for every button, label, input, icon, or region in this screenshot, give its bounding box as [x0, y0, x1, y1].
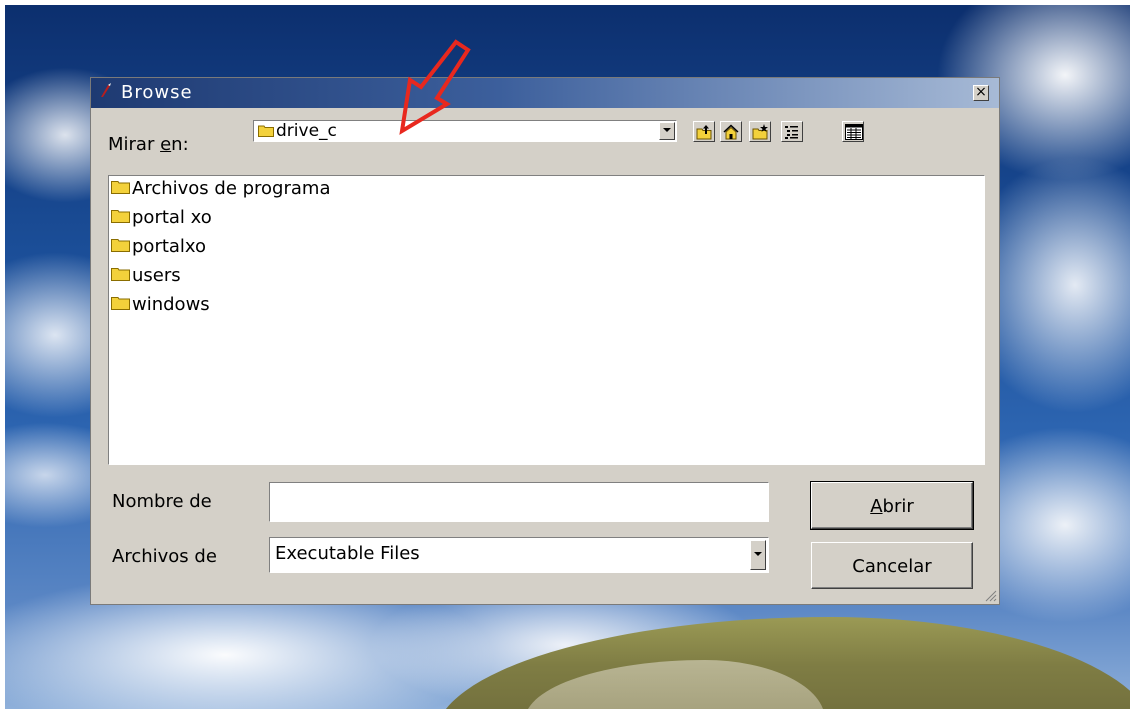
folder-icon [111, 181, 130, 194]
folder-icon [111, 210, 130, 223]
chevron-down-icon [663, 128, 671, 132]
list-view-button[interactable] [781, 121, 803, 142]
detail-view-button[interactable] [842, 121, 864, 142]
look-in-value: drive_c [276, 121, 337, 141]
file-name: portal xo [132, 207, 212, 228]
close-icon: × [975, 84, 987, 100]
resize-grip-icon[interactable] [985, 590, 997, 602]
folder-icon [111, 239, 130, 252]
home-icon [723, 124, 739, 140]
file-name: windows [132, 294, 210, 315]
filename-input[interactable] [269, 482, 769, 522]
filename-label: Nombre de [112, 491, 212, 512]
folder-icon [111, 268, 130, 281]
folder-icon [111, 297, 130, 310]
cancel-button[interactable]: Cancelar [811, 542, 973, 589]
title-bar[interactable]: Browse × [91, 78, 999, 108]
up-folder-button[interactable] [693, 121, 715, 142]
filetype-select[interactable]: Executable Files [269, 537, 769, 573]
close-button[interactable]: × [973, 85, 989, 101]
app-icon [101, 83, 111, 97]
up-folder-icon [696, 125, 712, 140]
home-button[interactable] [720, 121, 742, 142]
look-in-dropdown-button[interactable] [659, 122, 675, 140]
file-list[interactable]: Archivos de programa portal xo portalxo … [108, 175, 985, 465]
open-button[interactable]: Abrir [810, 481, 974, 530]
window-title: Browse [121, 82, 193, 103]
filetype-value: Executable Files [275, 543, 420, 564]
filetype-label: Archivos de [112, 546, 217, 567]
list-view-icon [785, 126, 798, 139]
filetype-dropdown-button[interactable] [750, 540, 766, 570]
detail-view-icon [845, 124, 863, 140]
browse-dialog: Browse × Mirar en: drive_c Archivos de p… [90, 77, 1000, 605]
look-in-combo[interactable]: drive_c [253, 120, 677, 142]
new-folder-button[interactable] [749, 121, 771, 142]
chevron-down-icon [754, 552, 762, 556]
file-name: Archivos de programa [132, 178, 331, 199]
folder-icon [258, 125, 274, 137]
look-in-label: Mirar en: [108, 134, 189, 155]
file-name: users [132, 265, 181, 286]
file-name: portalxo [132, 236, 207, 257]
new-folder-icon [752, 124, 768, 140]
